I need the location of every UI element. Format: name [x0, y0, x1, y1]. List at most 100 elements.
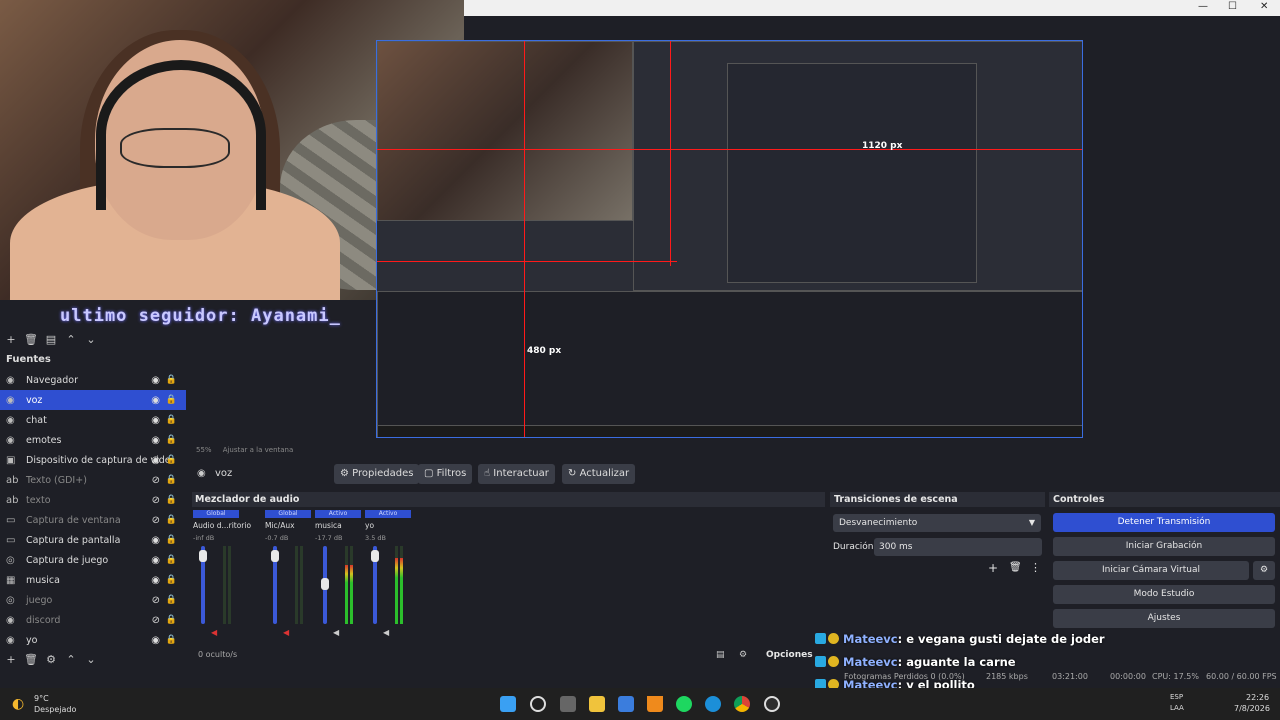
eye-icon[interactable]: ◉ — [151, 435, 160, 446]
eye-icon[interactable]: ◉ — [151, 415, 160, 426]
start-recording-button[interactable]: Iniciar Grabación — [1053, 537, 1275, 556]
source-item[interactable]: ◉ Navegador ◉ 🔒 — [0, 370, 186, 390]
settings-button[interactable]: Ajustes — [1053, 609, 1275, 628]
zoom-level[interactable]: 55% — [196, 446, 212, 454]
eye-icon[interactable]: ◉ — [151, 575, 160, 586]
interact-button[interactable]: ☝ Interactuar — [478, 464, 555, 484]
lock-icon[interactable]: 🔒 — [166, 415, 177, 425]
source-item[interactable]: ◉ yo ◉ 🔒 — [0, 630, 186, 648]
eye-icon[interactable]: ◉ — [151, 395, 160, 406]
virtual-camera-button[interactable]: Iniciar Cámara Virtual — [1053, 561, 1249, 580]
source-item[interactable]: ab texto ⊘ 🔒 — [0, 490, 186, 510]
region-code[interactable]: LAA — [1170, 704, 1184, 712]
lock-icon[interactable]: 🔒 — [166, 475, 177, 485]
eye-off-icon[interactable]: ⊘ — [152, 615, 160, 626]
lock-icon[interactable]: 🔒 — [166, 375, 177, 385]
add-icon[interactable]: + — [988, 561, 998, 575]
source-item[interactable]: ab Texto (GDI+) ⊘ 🔒 — [0, 470, 186, 490]
speaker-icon[interactable]: ◀ — [383, 628, 389, 637]
source-item[interactable]: ▭ Captura de ventana ⊘ 🔒 — [0, 510, 186, 530]
source-item[interactable]: ◉ emotes ◉ 🔒 — [0, 430, 186, 450]
source-item[interactable]: ▣ Dispositivo de captura de vide ◉ 🔒 — [0, 450, 186, 470]
eye-off-icon[interactable]: ⊘ — [152, 495, 160, 506]
trash-icon[interactable]: 🗑 — [1009, 562, 1022, 573]
refresh-button[interactable]: ↻ Actualizar — [562, 464, 636, 484]
source-item[interactable]: ◎ juego ⊘ 🔒 — [0, 590, 186, 610]
clock-date[interactable]: 7/8/2026 — [1234, 704, 1270, 713]
source-item[interactable]: ◎ Captura de juego ◉ 🔒 — [0, 550, 186, 570]
lock-icon[interactable]: 🔒 — [166, 595, 177, 605]
lock-icon[interactable]: 🔒 — [166, 495, 177, 505]
filter-icon[interactable]: ▤ — [42, 333, 60, 346]
fader-knob[interactable] — [271, 550, 279, 562]
add-icon[interactable]: + — [2, 333, 20, 346]
lock-icon[interactable]: 🔒 — [166, 555, 177, 565]
chevron-up-icon[interactable]: ⌃ — [62, 333, 80, 346]
search-icon[interactable] — [530, 696, 546, 712]
lock-icon[interactable]: 🔒 — [166, 395, 177, 405]
chrome-icon[interactable] — [734, 696, 750, 712]
trash-icon[interactable]: 🗑 — [22, 653, 40, 666]
eye-icon[interactable]: ◉ — [151, 555, 160, 566]
folder-icon[interactable] — [589, 696, 605, 712]
options-menu[interactable]: Opciones — [766, 650, 813, 660]
vlc-icon[interactable] — [647, 696, 663, 712]
store-icon[interactable] — [618, 696, 634, 712]
maximize-button[interactable]: ☐ — [1228, 1, 1237, 12]
speaker-icon[interactable]: ◀ — [211, 628, 217, 637]
speaker-icon[interactable]: ◀ — [333, 628, 339, 637]
transition-select[interactable]: Desvanecimiento ▼ — [833, 514, 1041, 532]
chevron-down-icon[interactable]: ⌄ — [82, 333, 100, 346]
fader-knob[interactable] — [199, 550, 207, 562]
chevron-up-icon[interactable]: ⌃ — [62, 653, 80, 666]
lock-icon[interactable]: 🔒 — [166, 535, 177, 545]
source-item[interactable]: ▦ musica ◉ 🔒 — [0, 570, 186, 590]
eye-icon[interactable]: ◉ — [151, 455, 160, 466]
fit-window[interactable]: Ajustar a la ventana — [223, 446, 294, 454]
clock-time[interactable]: 22:26 — [1246, 693, 1269, 702]
gear-icon[interactable]: ⚙ — [42, 653, 60, 666]
source-item[interactable]: ◉ voz ◉ 🔒 — [0, 390, 186, 410]
lock-icon[interactable]: 🔒 — [166, 435, 177, 445]
more-icon[interactable]: ⋮ — [1030, 561, 1041, 574]
edge-icon[interactable] — [705, 696, 721, 712]
stop-stream-button[interactable]: Detener Transmisión — [1053, 513, 1275, 532]
source-item[interactable]: ◉ discord ⊘ 🔒 — [0, 610, 186, 630]
lock-icon[interactable]: 🔒 — [166, 575, 177, 585]
obs-icon[interactable] — [764, 696, 780, 712]
properties-button[interactable]: ⚙ Propiedades — [334, 464, 420, 484]
close-button[interactable]: ✕ — [1260, 1, 1268, 12]
speaker-icon[interactable]: ◀ — [283, 628, 289, 637]
eye-icon[interactable]: ◉ — [151, 535, 160, 546]
eye-icon[interactable]: ◉ — [151, 375, 160, 386]
duration-field[interactable]: 300 ms — [874, 538, 1042, 556]
fader-knob[interactable] — [371, 550, 379, 562]
gear-icon[interactable]: ⚙ — [1253, 561, 1275, 580]
fader-knob[interactable] — [321, 578, 329, 590]
lock-icon[interactable]: 🔒 — [166, 455, 177, 465]
lock-icon[interactable]: 🔒 — [166, 635, 177, 645]
source-item[interactable]: ▭ Captura de pantalla ◉ 🔒 — [0, 530, 186, 550]
level-meter — [300, 546, 303, 624]
spotify-icon[interactable] — [676, 696, 692, 712]
layout-icon[interactable]: ▤ — [716, 650, 725, 660]
add-icon[interactable]: + — [2, 653, 20, 666]
lang-code[interactable]: ESP — [1170, 693, 1183, 701]
minimize-button[interactable]: — — [1198, 1, 1208, 12]
eye-off-icon[interactable]: ⊘ — [152, 475, 160, 486]
trash-icon[interactable]: 🗑 — [22, 333, 40, 346]
gear-icon[interactable]: ⚙ — [739, 650, 747, 660]
lock-icon[interactable]: 🔒 — [166, 615, 177, 625]
studio-mode-button[interactable]: Modo Estudio — [1053, 585, 1275, 604]
camera-icon: ▣ — [6, 454, 16, 466]
lock-icon[interactable]: 🔒 — [166, 515, 177, 525]
eye-icon[interactable]: ◉ — [151, 635, 160, 646]
source-item[interactable]: ◉ chat ◉ 🔒 — [0, 410, 186, 430]
filters-button[interactable]: ▢ Filtros — [418, 464, 473, 484]
start-icon[interactable] — [500, 696, 516, 712]
preview-canvas[interactable]: 1120 px 480 px — [376, 40, 1083, 438]
eye-off-icon[interactable]: ⊘ — [152, 595, 160, 606]
eye-off-icon[interactable]: ⊘ — [152, 515, 160, 526]
chevron-down-icon[interactable]: ⌄ — [82, 653, 100, 666]
task-view-icon[interactable] — [560, 696, 576, 712]
